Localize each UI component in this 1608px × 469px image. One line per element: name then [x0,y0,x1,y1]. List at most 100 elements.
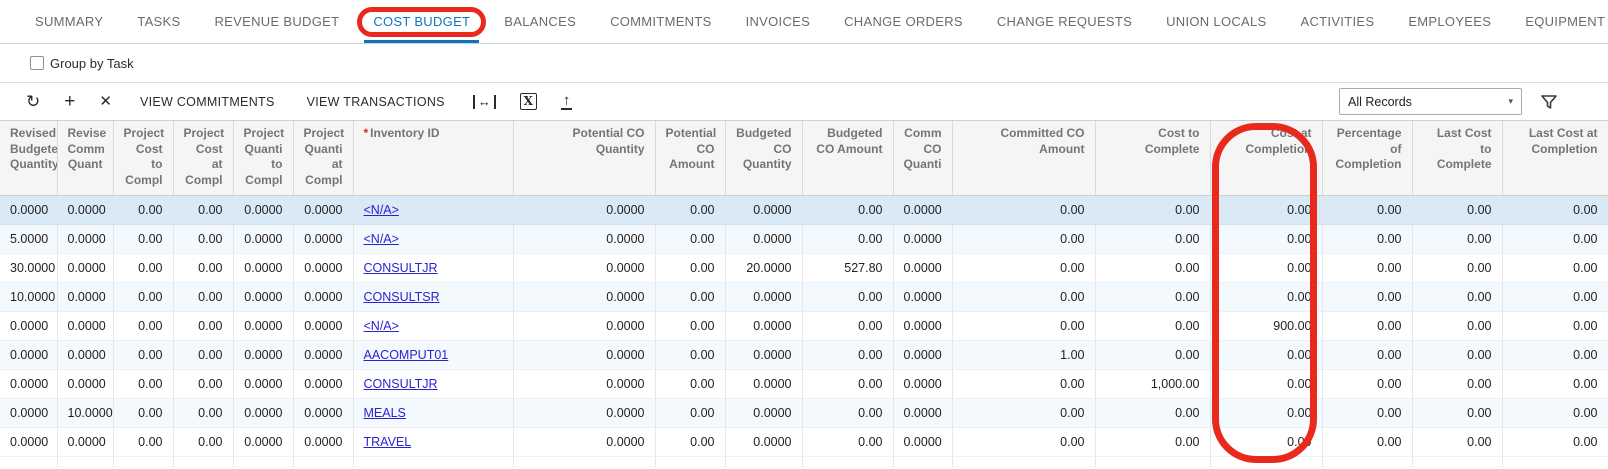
cell[interactable]: 0.0000 [893,398,952,427]
cell[interactable]: 0.0000 [233,427,293,456]
cell[interactable]: 0.00 [1095,224,1210,253]
column-header-potential-co-quantity[interactable]: Potential CO Quantity [513,121,655,195]
cell[interactable]: 0.0000 [57,427,113,456]
cell[interactable]: 0.0000 [513,427,655,456]
tab-activities[interactable]: ACTIVITIES [1292,7,1384,43]
cell[interactable]: 5.0000 [0,224,57,253]
cell[interactable]: 0.00 [1322,311,1412,340]
column-header-comm-co-quanti[interactable]: Comm CO Quanti [893,121,952,195]
cell[interactable]: AACOMPUT01 [353,340,513,369]
cell[interactable]: 0.00 [1412,311,1502,340]
cell[interactable]: 0.0000 [893,195,952,224]
table-row[interactable]: 30.00000.00000.000.000.00000.0000CONSULT… [0,253,1608,282]
cell[interactable]: 0.00 [1322,398,1412,427]
cell[interactable]: 0.0000 [725,340,802,369]
column-header-cost-to-complete[interactable]: Cost to Complete [1095,121,1210,195]
cell[interactable]: 0.0000 [293,427,353,456]
cell[interactable]: 0.00 [1502,195,1608,224]
cell[interactable]: 0.0000 [513,253,655,282]
cell[interactable]: 0.00 [1095,311,1210,340]
cell[interactable]: 0.0000 [233,311,293,340]
cell[interactable]: 0.00 [952,398,1095,427]
cell[interactable]: 0.00 [1095,253,1210,282]
cell[interactable]: 0.0000 [0,311,57,340]
cell[interactable]: 0.0000 [513,398,655,427]
cell[interactable]: 0.00 [952,195,1095,224]
cell[interactable]: 0.00 [1502,311,1608,340]
column-header-revise-comm-quant[interactable]: Revise Comm Quant [57,121,113,195]
cell[interactable]: 0.0000 [293,369,353,398]
tab-employees[interactable]: EMPLOYEES [1399,7,1500,43]
cell[interactable]: 0.00 [1412,282,1502,311]
column-header-project-quanti-at-compl[interactable]: Project Quanti at Compl [293,121,353,195]
cell[interactable]: 0.00 [173,224,233,253]
refresh-icon[interactable]: ↻ [14,84,52,120]
cell[interactable]: 0.00 [113,369,173,398]
cell[interactable]: 0.00 [113,224,173,253]
inventory-id-link[interactable]: <N/A> [364,203,399,217]
cell[interactable]: 0.00 [1502,427,1608,456]
view-transactions-button[interactable]: VIEW TRANSACTIONS [291,95,461,109]
cell[interactable]: 0.00 [113,253,173,282]
cell[interactable]: 0.0000 [513,340,655,369]
cell[interactable]: 0.0000 [0,195,57,224]
cell[interactable]: 0.0000 [233,282,293,311]
inventory-id-link[interactable]: AACOMPUT01 [364,348,449,362]
cell[interactable]: 0.0000 [893,369,952,398]
cell[interactable]: 0.00 [952,224,1095,253]
cell[interactable]: 0.00 [802,369,893,398]
inventory-id-link[interactable]: CONSULTJR [364,261,438,275]
upload-icon[interactable]: ↑ [561,93,573,110]
cell[interactable]: 0.0000 [513,369,655,398]
cell[interactable]: TRAVEL [353,427,513,456]
cell[interactable]: 0.0000 [893,311,952,340]
cell[interactable]: CONSULTJR [353,253,513,282]
cell[interactable]: 0.0000 [513,282,655,311]
group-by-task-checkbox[interactable] [30,56,44,70]
cell[interactable]: 0.0000 [0,398,57,427]
cell[interactable]: 0.00 [1502,224,1608,253]
cell[interactable]: 900.00 [1210,311,1322,340]
cell[interactable]: 0.00 [802,340,893,369]
cell[interactable]: 0.00 [655,282,725,311]
cell[interactable]: 0.00 [1322,253,1412,282]
cell[interactable]: 0.0000 [293,311,353,340]
cell[interactable]: 0.00 [1095,427,1210,456]
cell[interactable]: 0.0000 [293,398,353,427]
cell[interactable]: 0.0000 [725,224,802,253]
cell[interactable]: 1.00 [952,340,1095,369]
cell[interactable]: 0.00 [655,195,725,224]
inventory-id-link[interactable]: CONSULTJR [364,377,438,391]
cell[interactable]: 0.00 [1322,427,1412,456]
cell[interactable]: 0.00 [173,340,233,369]
column-header-cost-at-completion[interactable]: Cost at Completion [1210,121,1322,195]
cell[interactable]: 0.00 [173,195,233,224]
cell[interactable]: 0.00 [1502,340,1608,369]
table-row[interactable]: 0.00000.00000.000.000.00000.0000CONSULTJ… [0,369,1608,398]
cell[interactable]: 0.00 [1210,224,1322,253]
cell[interactable]: <N/A> [353,311,513,340]
cell[interactable]: CONSULTSR [353,282,513,311]
cell[interactable]: 0.00 [173,311,233,340]
column-header-project-cost-at-compl[interactable]: Project Cost at Compl [173,121,233,195]
tab-tasks[interactable]: TASKS [128,7,189,43]
cell[interactable]: 0.0000 [57,195,113,224]
cell[interactable]: 0.0000 [57,253,113,282]
cell[interactable]: 10.0000 [57,398,113,427]
tab-balances[interactable]: BALANCES [495,7,585,43]
column-header-budgeted-co-amount[interactable]: Budgeted CO Amount [802,121,893,195]
cell[interactable]: 0.0000 [57,340,113,369]
cell[interactable]: 0.00 [655,398,725,427]
column-header-project-quanti-to-compl[interactable]: Project Quanti to Compl [233,121,293,195]
inventory-id-link[interactable]: MEALS [364,406,406,420]
cell[interactable]: 0.0000 [293,282,353,311]
cell[interactable]: 0.00 [1412,224,1502,253]
table-row[interactable]: 0.00000.00000.000.000.00000.0000TRAVEL0.… [0,427,1608,456]
cell[interactable]: CONSULTJR [353,369,513,398]
cell[interactable]: 0.0000 [0,427,57,456]
cell[interactable]: 0.00 [655,340,725,369]
column-header-inventory-id[interactable]: *Inventory ID [353,121,513,195]
cell[interactable]: MEALS [353,398,513,427]
cell[interactable]: 0.00 [1412,340,1502,369]
cell[interactable]: 0.00 [952,369,1095,398]
